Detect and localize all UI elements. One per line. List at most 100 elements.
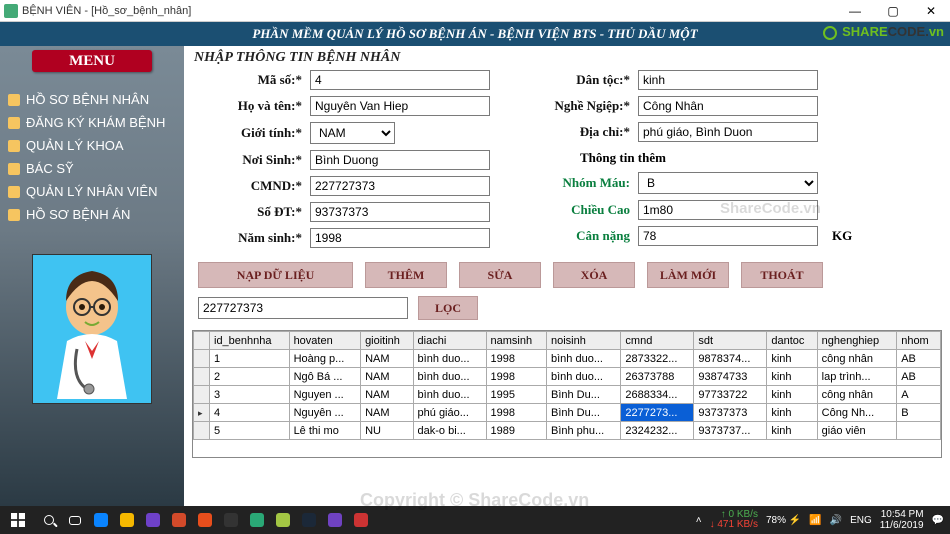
grid-cell[interactable]: 26373788 (621, 368, 694, 386)
grid-cell[interactable]: Công Nh... (817, 404, 897, 422)
grid-cell[interactable]: 2873322... (621, 350, 694, 368)
volume-icon[interactable]: 🔊 (830, 515, 842, 526)
ho-ten-field[interactable] (310, 96, 490, 116)
table-row[interactable]: 2Ngô Bá ...NAMbình duo...1998bình duo...… (194, 368, 941, 386)
grid-cell[interactable]: 9878374... (694, 350, 767, 368)
sua-button[interactable]: SỬA (459, 262, 541, 288)
grid-cell[interactable]: 4 (210, 404, 290, 422)
grid-cell[interactable]: 1989 (486, 422, 547, 440)
grid-cell[interactable]: 93737373 (694, 404, 767, 422)
taskbar-app-10[interactable] (322, 506, 348, 534)
grid-header[interactable]: cmnd (621, 332, 694, 350)
menu-item-bac-sy[interactable]: BÁC SỸ (0, 157, 184, 180)
grid-cell[interactable]: 9373737... (694, 422, 767, 440)
noi-sinh-field[interactable] (310, 150, 490, 170)
grid-header[interactable]: gioitinh (361, 332, 413, 350)
taskbar-taskview-icon[interactable] (62, 506, 88, 534)
grid-header[interactable]: namsinh (486, 332, 547, 350)
grid-cell[interactable]: lap trình... (817, 368, 897, 386)
taskbar-app-6[interactable] (218, 506, 244, 534)
taskbar-app-9[interactable] (296, 506, 322, 534)
grid-cell[interactable]: 2277273... (621, 404, 694, 422)
grid-cell[interactable]: bình duo... (547, 350, 621, 368)
grid-cell[interactable]: Ngô Bá ... (289, 368, 361, 386)
grid-header[interactable]: noisinh (547, 332, 621, 350)
window-close-button[interactable]: ✕ (912, 0, 950, 22)
language-indicator[interactable]: ENG (850, 515, 872, 526)
grid-cell[interactable]: 93874733 (694, 368, 767, 386)
grid-cell[interactable]: bình duo... (547, 368, 621, 386)
grid-header[interactable]: dantoc (767, 332, 817, 350)
clock[interactable]: 10:54 PM 11/6/2019 (880, 509, 924, 531)
grid-cell[interactable]: kinh (767, 422, 817, 440)
menu-item-quan-ly-nhan-vien[interactable]: QUẢN LÝ NHÂN VIÊN (0, 180, 184, 203)
grid-cell[interactable]: bình duo... (413, 350, 486, 368)
grid-header[interactable]: sdt (694, 332, 767, 350)
taskbar-app-11[interactable] (348, 506, 374, 534)
grid-header[interactable]: hovaten (289, 332, 361, 350)
taskbar-app-8[interactable] (270, 506, 296, 534)
tray-chevron-up-icon[interactable]: ˄ (696, 515, 702, 526)
them-button[interactable]: THÊM (365, 262, 447, 288)
grid-cell[interactable]: kinh (767, 404, 817, 422)
grid-cell[interactable]: 1998 (486, 404, 547, 422)
grid-cell[interactable]: Nguyen ... (289, 386, 361, 404)
window-minimize-button[interactable]: — (836, 0, 874, 22)
grid-cell[interactable]: công nhân (817, 350, 897, 368)
grid-cell[interactable]: 2 (210, 368, 290, 386)
grid-cell[interactable]: 97733722 (694, 386, 767, 404)
notifications-icon[interactable]: 💬 (932, 515, 944, 526)
grid-header[interactable]: diachi (413, 332, 486, 350)
grid-cell[interactable]: 1 (210, 350, 290, 368)
so-dt-field[interactable] (310, 202, 490, 222)
table-row[interactable]: 4Nguyên ...NAMphú giáo...1998Bình Du...2… (194, 404, 941, 422)
dia-chi-field[interactable] (638, 122, 818, 142)
gioi-tinh-select[interactable]: NAM (310, 122, 395, 144)
lam-moi-button[interactable]: LÀM MỚI (647, 262, 729, 288)
grid-header[interactable]: id_benhnha (210, 332, 290, 350)
nghe-nghiep-field[interactable] (638, 96, 818, 116)
start-button[interactable] (0, 506, 36, 534)
grid-cell[interactable]: 1995 (486, 386, 547, 404)
menu-item-quan-ly-khoa[interactable]: QUẢN LÝ KHOA (0, 134, 184, 157)
menu-item-ho-so-benh-an[interactable]: HỒ SƠ BỆNH ÁN (0, 203, 184, 226)
menu-item-ho-so-benh-nhan[interactable]: HỒ SƠ BỆNH NHÂN (0, 88, 184, 111)
grid-cell[interactable]: công nhân (817, 386, 897, 404)
data-grid[interactable]: id_benhnhahovatengioitinhdiachinamsinhno… (192, 330, 942, 458)
grid-header[interactable]: nhom (897, 332, 941, 350)
grid-cell[interactable]: Bình phu... (547, 422, 621, 440)
grid-cell[interactable]: 1998 (486, 368, 547, 386)
grid-cell[interactable]: AB (897, 368, 941, 386)
grid-cell[interactable]: B (897, 404, 941, 422)
cmnd-field[interactable] (310, 176, 490, 196)
nam-sinh-field[interactable] (310, 228, 490, 248)
nhom-mau-select[interactable]: B (638, 172, 818, 194)
menu-item-dang-ky-kham-benh[interactable]: ĐĂNG KÝ KHÁM BỆNH (0, 111, 184, 134)
grid-cell[interactable]: bình duo... (413, 386, 486, 404)
nap-du-lieu-button[interactable]: NẠP DỮ LIỆU (198, 262, 353, 288)
grid-cell[interactable]: Lê thi mo (289, 422, 361, 440)
window-maximize-button[interactable]: ▢ (874, 0, 912, 22)
taskbar-app-7[interactable] (244, 506, 270, 534)
table-row[interactable]: 1Hoàng p...NAMbình duo...1998bình duo...… (194, 350, 941, 368)
filter-input[interactable] (198, 297, 408, 319)
grid-cell[interactable]: phú giáo... (413, 404, 486, 422)
table-row[interactable]: 5Lê thi moNUdak-o bi...1989Bình phu...23… (194, 422, 941, 440)
grid-cell[interactable]: NAM (361, 386, 413, 404)
loc-button[interactable]: LỌC (418, 296, 478, 320)
grid-cell[interactable] (897, 422, 941, 440)
grid-cell[interactable]: AB (897, 350, 941, 368)
thoat-button[interactable]: THOÁT (741, 262, 823, 288)
wifi-icon[interactable]: 📶 (809, 515, 821, 526)
grid-cell[interactable]: 3 (210, 386, 290, 404)
ma-so-field[interactable] (310, 70, 490, 90)
taskbar-app-3[interactable] (140, 506, 166, 534)
taskbar-app-2[interactable] (114, 506, 140, 534)
taskbar-app-1[interactable] (88, 506, 114, 534)
xoa-button[interactable]: XÓA (553, 262, 635, 288)
grid-cell[interactable]: 5 (210, 422, 290, 440)
grid-cell[interactable]: 2688334... (621, 386, 694, 404)
grid-cell[interactable]: Bình Du... (547, 386, 621, 404)
grid-cell[interactable]: 1998 (486, 350, 547, 368)
grid-cell[interactable]: Bình Du... (547, 404, 621, 422)
